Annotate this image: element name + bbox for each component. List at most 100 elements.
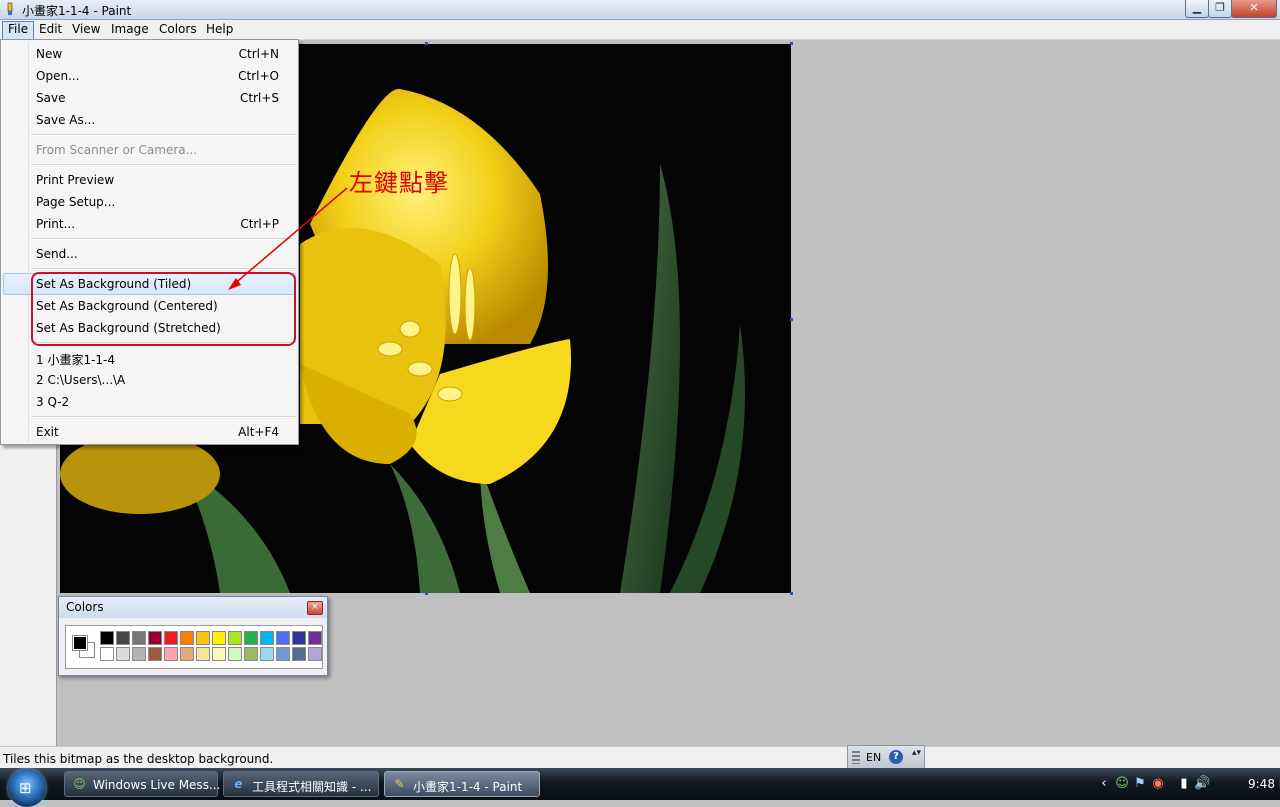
menu-item-from-scanner: From Scanner or Camera... bbox=[3, 139, 296, 161]
menu-item-label: Save As... bbox=[36, 113, 96, 127]
resize-handle[interactable] bbox=[425, 42, 428, 45]
language-bar: EN ? ▴▾ bbox=[847, 745, 925, 769]
menu-colors[interactable]: Colors bbox=[154, 21, 202, 38]
color-swatch[interactable] bbox=[148, 631, 162, 645]
color-swatch[interactable] bbox=[164, 647, 178, 661]
color-swatch[interactable] bbox=[276, 647, 290, 661]
menu-view[interactable]: View bbox=[67, 21, 105, 38]
menu-item-open[interactable]: Open... Ctrl+O bbox=[3, 65, 296, 87]
color-swatch[interactable] bbox=[260, 631, 274, 645]
current-colors bbox=[71, 633, 97, 661]
color-swatch[interactable] bbox=[116, 647, 130, 661]
network-icon[interactable]: ⚑ bbox=[1132, 776, 1148, 792]
power-icon[interactable]: ▮ bbox=[1176, 776, 1192, 792]
menu-image[interactable]: Image bbox=[106, 21, 154, 38]
close-icon[interactable]: × bbox=[307, 601, 323, 615]
show-hidden-icons-icon[interactable]: ‹ bbox=[1096, 776, 1112, 792]
menu-item-shortcut: Ctrl+S bbox=[239, 91, 279, 105]
menu-item-exit[interactable]: Exit Alt+F4 bbox=[3, 421, 296, 443]
menu-item-recent-1[interactable]: 1 小畫家1-1-4 bbox=[3, 347, 296, 369]
color-swatch[interactable] bbox=[244, 647, 258, 661]
colors-title-bar[interactable]: Colors × bbox=[59, 597, 327, 618]
grip-icon[interactable] bbox=[852, 751, 860, 764]
menu-item-send[interactable]: Send... bbox=[3, 243, 296, 265]
paint-app-icon bbox=[7, 2, 13, 15]
resize-handle[interactable] bbox=[790, 318, 793, 321]
taskbar-button-label: 工具程式相關知識 - ... bbox=[252, 780, 372, 794]
system-tray: ‹ ☺ ⚑ ◉ ▮ 🔊 9:48 PM bbox=[1094, 768, 1280, 800]
menu-separator bbox=[31, 268, 296, 270]
color-swatch[interactable] bbox=[228, 631, 242, 645]
color-swatch[interactable] bbox=[292, 631, 306, 645]
color-swatch[interactable] bbox=[116, 631, 130, 645]
menu-file[interactable]: File bbox=[2, 21, 35, 40]
resize-handle[interactable] bbox=[425, 592, 428, 595]
color-swatch[interactable] bbox=[276, 631, 290, 645]
status-text: Tiles this bitmap as the desktop backgro… bbox=[3, 752, 274, 766]
menu-item-label: Print... bbox=[36, 217, 76, 231]
start-button[interactable]: ⊞ bbox=[8, 769, 46, 807]
color-swatch[interactable] bbox=[180, 631, 194, 645]
menu-item-new[interactable]: New Ctrl+N bbox=[3, 43, 296, 65]
ie-icon: e bbox=[234, 777, 243, 791]
title-bar: 小畫家1-1-4 - Paint ▁ ❐ ✕ bbox=[0, 0, 1280, 20]
color-swatch[interactable] bbox=[212, 647, 226, 661]
color-swatch[interactable] bbox=[212, 631, 226, 645]
color-swatch[interactable] bbox=[164, 631, 178, 645]
status-bar: Tiles this bitmap as the desktop backgro… bbox=[0, 746, 1280, 769]
color-swatch[interactable] bbox=[260, 647, 274, 661]
menu-item-label: New bbox=[36, 47, 63, 61]
color-swatch[interactable] bbox=[196, 631, 210, 645]
menu-item-label: Save bbox=[36, 91, 66, 105]
menu-item-shortcut: Ctrl+N bbox=[238, 47, 279, 61]
menu-item-shortcut: Alt+F4 bbox=[238, 425, 279, 439]
colors-window: Colors × bbox=[58, 596, 328, 676]
taskbar-button-messenger[interactable]: ☺ Windows Live Mess... bbox=[64, 771, 220, 797]
menu-separator bbox=[31, 134, 296, 136]
menu-item-save[interactable]: Save Ctrl+S bbox=[3, 87, 296, 109]
color-swatch[interactable] bbox=[180, 647, 194, 661]
menu-item-save-as[interactable]: Save As... bbox=[3, 109, 296, 131]
taskbar-button-label: 小畫家1-1-4 - Paint bbox=[413, 780, 523, 794]
color-swatch[interactable] bbox=[132, 631, 146, 645]
menu-bar: File Edit View Image Colors Help bbox=[0, 20, 1280, 40]
color-swatch[interactable] bbox=[100, 647, 114, 661]
antivirus-icon[interactable]: ◉ bbox=[1150, 776, 1166, 792]
color-swatch[interactable] bbox=[228, 647, 242, 661]
clock[interactable]: 9:48 PM bbox=[1248, 777, 1280, 791]
color-swatch[interactable] bbox=[308, 631, 322, 645]
color-swatch[interactable] bbox=[148, 647, 162, 661]
menu-item-page-setup[interactable]: Page Setup... bbox=[3, 191, 296, 213]
volume-icon[interactable]: 🔊 bbox=[1194, 776, 1210, 792]
minimize-button[interactable]: ▁ bbox=[1185, 0, 1209, 18]
menu-separator bbox=[31, 416, 296, 418]
resize-handle[interactable] bbox=[790, 42, 793, 45]
options-icon[interactable]: ▴▾ bbox=[912, 749, 921, 758]
taskbar-button-browser[interactable]: e 工具程式相關知識 - ... bbox=[223, 771, 379, 797]
menu-item-recent-2[interactable]: 2 C:\Users\...\A bbox=[3, 369, 296, 391]
menu-separator bbox=[31, 238, 296, 240]
maximize-button[interactable]: ❐ bbox=[1208, 0, 1232, 18]
color-swatch[interactable] bbox=[100, 631, 114, 645]
help-icon[interactable]: ? bbox=[889, 750, 903, 764]
menu-item-print[interactable]: Print... Ctrl+P bbox=[3, 213, 296, 235]
color-swatch[interactable] bbox=[196, 647, 210, 661]
menu-item-print-preview[interactable]: Print Preview bbox=[3, 169, 296, 191]
color-palette bbox=[65, 625, 323, 669]
menu-item-recent-3[interactable]: 3 Q-2 bbox=[3, 391, 296, 413]
color-swatch[interactable] bbox=[308, 647, 322, 661]
window-title: 小畫家1-1-4 - Paint bbox=[22, 4, 132, 18]
menu-item-shortcut: Ctrl+O bbox=[238, 69, 279, 83]
taskbar-button-paint[interactable]: ✎ 小畫家1-1-4 - Paint bbox=[384, 771, 540, 797]
menu-item-label: 2 C:\Users\...\A bbox=[36, 373, 126, 387]
windows-logo-icon: ⊞ bbox=[19, 779, 32, 797]
resize-handle[interactable] bbox=[790, 592, 793, 595]
color-swatch[interactable] bbox=[244, 631, 258, 645]
menu-edit[interactable]: Edit bbox=[34, 21, 67, 38]
color-swatch[interactable] bbox=[132, 647, 146, 661]
messenger-tray-icon[interactable]: ☺ bbox=[1114, 776, 1130, 792]
menu-help[interactable]: Help bbox=[201, 21, 238, 38]
close-button[interactable]: ✕ bbox=[1231, 0, 1277, 18]
language-indicator[interactable]: EN bbox=[866, 751, 881, 764]
color-swatch[interactable] bbox=[292, 647, 306, 661]
